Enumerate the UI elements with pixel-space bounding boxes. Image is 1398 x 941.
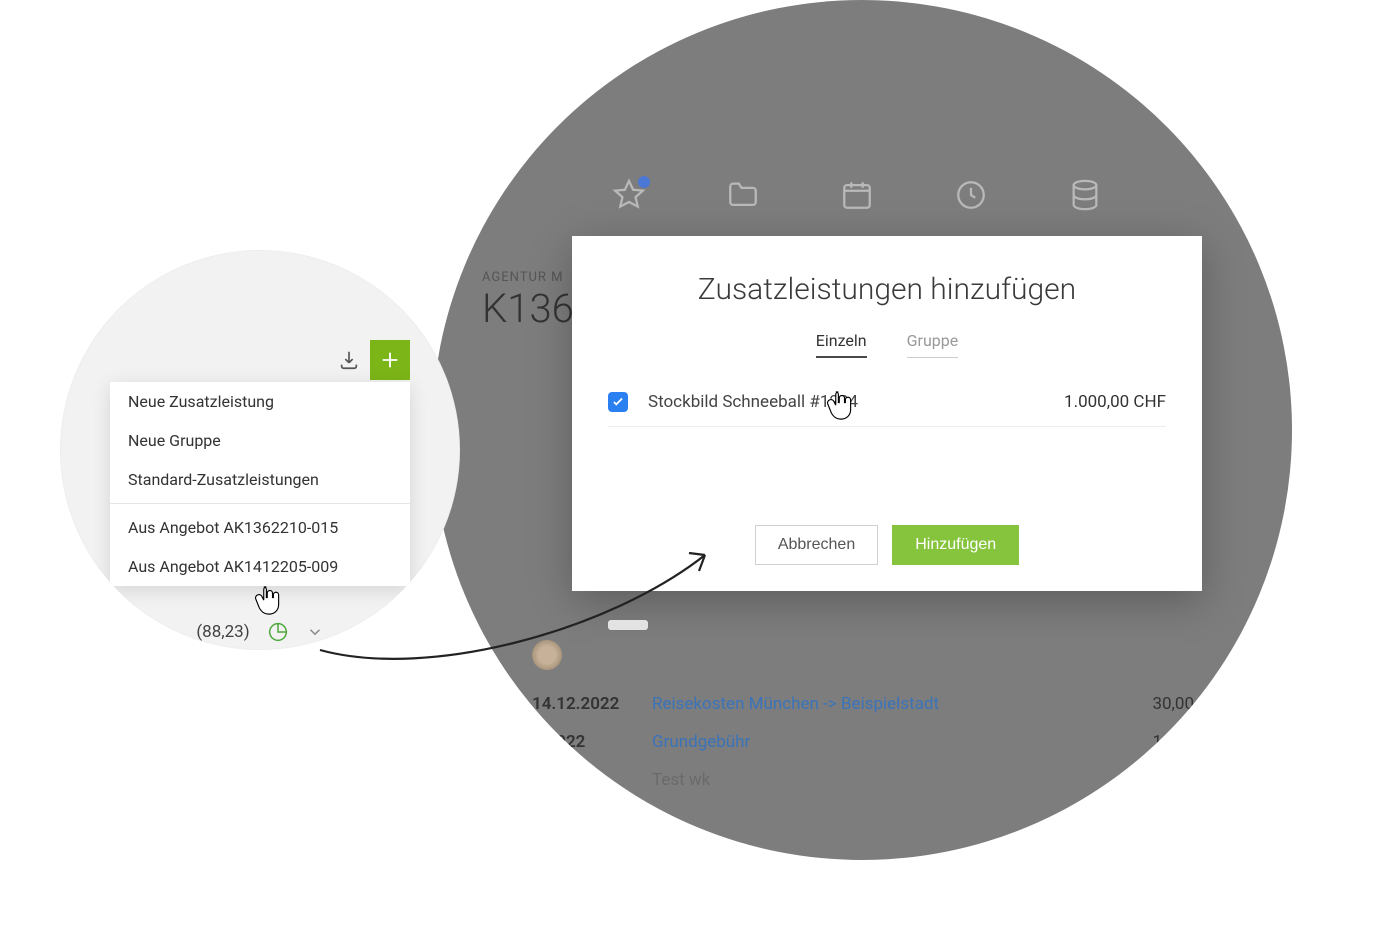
- add-button[interactable]: [370, 340, 410, 380]
- row-date: 14.12.2022: [532, 694, 632, 714]
- checkbox-checked[interactable]: [608, 392, 628, 412]
- table-row: 2.2022 Grundgebühr 10,00: [532, 732, 1232, 752]
- row-icon-placeholder: [1214, 771, 1232, 789]
- table-row: Test wk 100,00: [532, 770, 1232, 790]
- row-amount: 10,00: [1104, 732, 1194, 752]
- row-icon-placeholder: [1214, 695, 1232, 713]
- row-desc: Test wk: [652, 770, 1084, 790]
- menu-item-from-offer-1[interactable]: Aus Angebot AK1362210-015: [110, 508, 410, 547]
- detail-circle-right: AGENTUR M K136/ 14.12.2022 Reisekosten M…: [432, 0, 1292, 860]
- skeleton-placeholder: [608, 620, 648, 630]
- item-price: 1.000,00 CHF: [1064, 392, 1166, 412]
- add-dropdown: Neue Zusatzleistung Neue Gruppe Standard…: [110, 382, 410, 586]
- menu-item-new-service[interactable]: Neue Zusatzleistung: [110, 382, 410, 421]
- folder-icon[interactable]: [726, 178, 760, 216]
- left-toolbar: [338, 340, 410, 380]
- table-row: 14.12.2022 Reisekosten München -> Beispi…: [532, 694, 1232, 714]
- database-icon[interactable]: [1068, 178, 1102, 216]
- detail-circle-left: Neue Zusatzleistung Neue Gruppe Standard…: [60, 250, 460, 650]
- tab-single[interactable]: Einzeln: [816, 331, 867, 358]
- avatar: [532, 640, 562, 670]
- cancel-button[interactable]: Abbrechen: [755, 525, 878, 565]
- footer-value: (88,23): [196, 622, 249, 642]
- topbar-icon-row: [612, 178, 1102, 216]
- modal-footer: Abbrechen Hinzufügen: [572, 435, 1202, 591]
- item-name: Stockbild Schneeball #1234: [648, 392, 1044, 412]
- chevron-down-icon[interactable]: [306, 623, 324, 641]
- menu-item-standard-services[interactable]: Standard-Zusatzleistungen: [110, 460, 410, 499]
- star-icon[interactable]: [612, 178, 646, 216]
- add-services-modal: Zusatzleistungen hinzufügen Einzeln Grup…: [572, 236, 1202, 591]
- modal-list: Stockbild Schneeball #1234 1.000,00 CHF: [572, 358, 1202, 435]
- row-amount: 30,00: [1104, 694, 1194, 714]
- menu-separator: [110, 503, 410, 504]
- calendar-icon[interactable]: [840, 178, 874, 216]
- row-amount: 100,00: [1104, 770, 1194, 790]
- modal-tabs: Einzeln Gruppe: [572, 331, 1202, 358]
- pie-chart-icon[interactable]: [268, 622, 288, 642]
- notification-dot: [638, 176, 650, 188]
- list-item[interactable]: Stockbild Schneeball #1234 1.000,00 CHF: [608, 384, 1166, 427]
- calculator-icon: [1214, 733, 1232, 751]
- background-table: 14.12.2022 Reisekosten München -> Beispi…: [532, 694, 1232, 790]
- tab-group[interactable]: Gruppe: [907, 331, 959, 358]
- menu-item-new-group[interactable]: Neue Gruppe: [110, 421, 410, 460]
- modal-title: Zusatzleistungen hinzufügen: [572, 236, 1202, 331]
- row-desc[interactable]: Grundgebühr: [652, 732, 1084, 752]
- left-footer: (88,23): [60, 622, 460, 642]
- row-date: 2.2022: [532, 732, 632, 752]
- row-desc[interactable]: Reisekosten München -> Beispielstadt: [652, 694, 1084, 714]
- download-icon[interactable]: [338, 349, 360, 371]
- clock-icon[interactable]: [954, 178, 988, 216]
- menu-item-from-offer-2[interactable]: Aus Angebot AK1412205-009: [110, 547, 410, 586]
- confirm-button[interactable]: Hinzufügen: [892, 525, 1019, 565]
- pointer-cursor-icon: [255, 585, 283, 617]
